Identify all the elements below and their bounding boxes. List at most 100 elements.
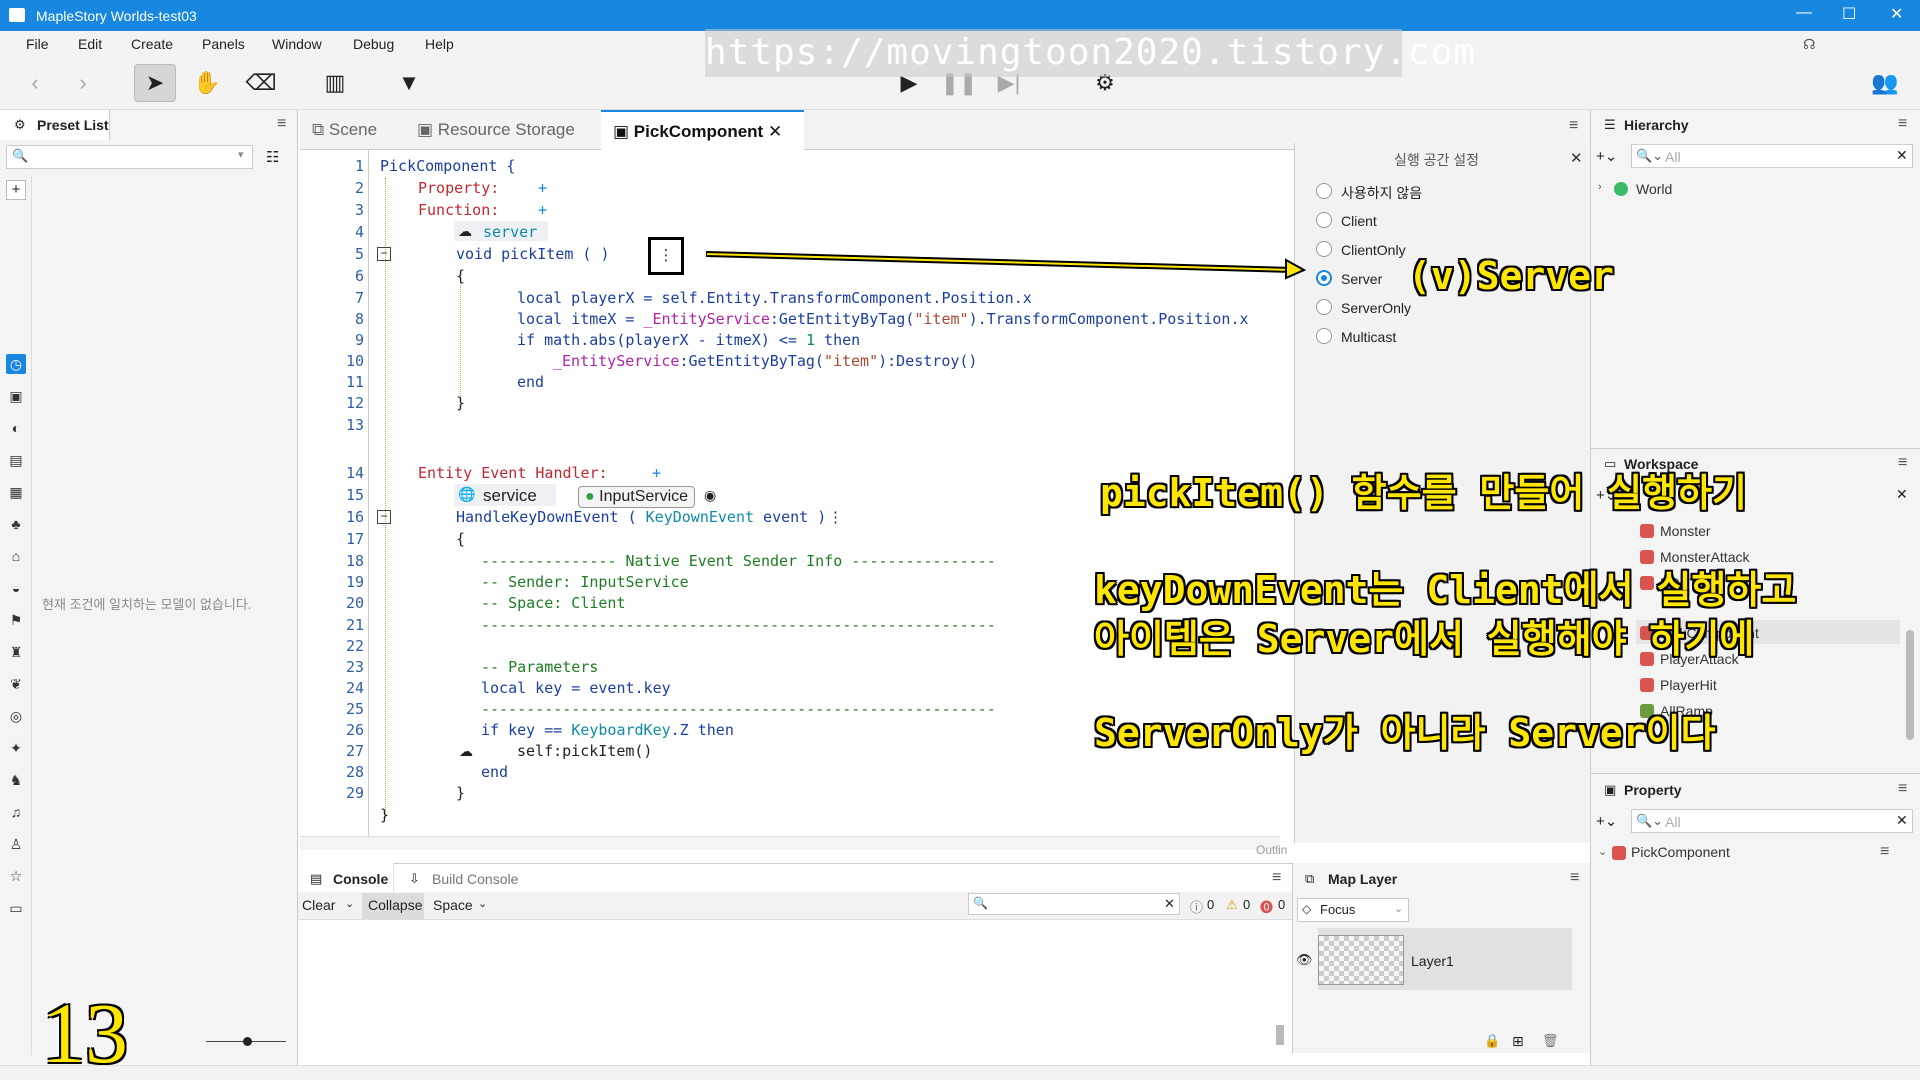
menu-panels[interactable]: Panels: [202, 36, 245, 52]
music-icon[interactable]: ♫: [6, 802, 26, 822]
ui-icon[interactable]: ▭: [6, 898, 26, 918]
star-icon[interactable]: ☆: [6, 866, 26, 886]
recent-icon[interactable]: ◷: [6, 354, 26, 374]
editor-menu-icon[interactable]: ≡: [1569, 117, 1578, 135]
back-icon[interactable]: ‹: [14, 64, 56, 102]
workspace-menu-icon[interactable]: ≡: [1898, 454, 1907, 472]
clear-button[interactable]: Clear: [302, 897, 335, 913]
tower-icon[interactable]: ♜: [6, 642, 26, 662]
menu-create[interactable]: Create: [131, 36, 173, 52]
chevron-down-icon[interactable]: ▾: [238, 148, 244, 161]
add-function-button[interactable]: +: [538, 201, 547, 219]
workspace-item[interactable]: PlayerHit: [1660, 677, 1717, 693]
workspace-item[interactable]: Monster: [1660, 523, 1711, 539]
clear-search-icon[interactable]: ✕: [1896, 486, 1908, 503]
add-handler-button[interactable]: +: [652, 464, 661, 482]
select-tool-icon[interactable]: ➤: [134, 64, 176, 102]
property-menu-icon[interactable]: ≡: [1898, 780, 1907, 798]
trash-icon[interactable]: 🗑: [1542, 1033, 1559, 1049]
collapse-arrow-icon[interactable]: ⌄: [1598, 845, 1607, 858]
tree-icon[interactable]: ♣: [6, 514, 26, 534]
sparkle-icon[interactable]: ✦: [6, 738, 26, 758]
editor-horizontal-scrollbar[interactable]: [300, 836, 1280, 850]
radio-client[interactable]: [1316, 212, 1332, 228]
eraser-tool-icon[interactable]: ⌫: [240, 64, 282, 102]
input-service-pill[interactable]: ● InputService: [578, 486, 696, 508]
pot-icon[interactable]: ◒: [6, 578, 26, 598]
leaf-icon[interactable]: ❦: [6, 674, 26, 694]
add-layer-icon[interactable]: ⊞: [1512, 1033, 1524, 1050]
space-dropdown[interactable]: Space: [433, 897, 473, 913]
chevron-down-icon[interactable]: ⌄: [345, 897, 354, 910]
hierarchy-add-button[interactable]: +⌄: [1596, 147, 1617, 165]
clear-search-icon[interactable]: ✕: [1896, 147, 1908, 164]
menu-file[interactable]: File: [26, 36, 49, 52]
workspace-scrollbar[interactable]: [1906, 630, 1914, 740]
error-icon[interactable]: ⓿: [1260, 897, 1273, 916]
console-menu-icon[interactable]: ≡: [1272, 869, 1281, 887]
flag-icon[interactable]: ⚑: [6, 610, 26, 630]
expand-icon[interactable]: ›: [1598, 181, 1602, 193]
radio-serveronly[interactable]: [1316, 299, 1332, 315]
tab-resource-storage[interactable]: ▣ Resource Storage: [405, 110, 598, 150]
filter-icon[interactable]: ☷: [266, 148, 279, 166]
headset-icon[interactable]: ☊: [1803, 36, 1815, 53]
menu-window[interactable]: Window: [272, 36, 322, 52]
camera-dropdown-icon[interactable]: ▼: [388, 64, 430, 102]
server-tag[interactable]: server: [483, 223, 537, 241]
collapse-icon[interactable]: −: [377, 510, 391, 524]
lock-icon[interactable]: 🔒: [1484, 1033, 1500, 1049]
picture-icon[interactable]: ▤: [6, 450, 26, 470]
image-icon[interactable]: ▣: [6, 386, 26, 406]
grid-icon[interactable]: ▦: [6, 482, 26, 502]
close-window-button[interactable]: ✕: [1890, 4, 1903, 24]
grid-snap-icon[interactable]: ▥: [314, 64, 356, 102]
info-count-icon[interactable]: ⓘ: [1190, 897, 1203, 916]
menu-edit[interactable]: Edit: [78, 36, 102, 52]
collapse-icon[interactable]: −: [377, 247, 391, 261]
users-icon[interactable]: 👥: [1864, 64, 1906, 102]
property-component[interactable]: PickComponent: [1631, 844, 1730, 860]
target-icon[interactable]: ◉: [704, 487, 716, 504]
service-tag[interactable]: service: [483, 486, 537, 506]
menu-help[interactable]: Help: [425, 36, 454, 52]
preset-menu-icon[interactable]: ≡: [277, 115, 286, 133]
clear-search-icon[interactable]: ✕: [1896, 812, 1908, 829]
tab-scene[interactable]: ⧉ Scene: [300, 110, 404, 150]
handler-options-button[interactable]: ⋮: [828, 508, 843, 526]
palette-icon[interactable]: ◐: [6, 418, 26, 438]
add-property-button[interactable]: +: [538, 179, 547, 197]
function-options-button[interactable]: ⋮: [648, 237, 684, 275]
character-icon[interactable]: ♞: [6, 770, 26, 790]
tab-pickcomponent[interactable]: ▣ PickComponent ✕: [601, 110, 804, 150]
radio-server[interactable]: [1316, 270, 1332, 286]
property-item-menu-icon[interactable]: ≡: [1880, 843, 1889, 861]
eye-icon[interactable]: 👁: [1296, 952, 1313, 968]
close-tab-icon[interactable]: ✕: [768, 122, 782, 141]
map-layer-menu-icon[interactable]: ≡: [1570, 869, 1579, 887]
ring-icon[interactable]: ◎: [6, 706, 26, 726]
outline-toggle-label[interactable]: Outlin: [1256, 843, 1287, 857]
person-icon[interactable]: ♙: [6, 834, 26, 854]
hand-tool-icon[interactable]: ✋: [186, 64, 228, 102]
radio-multicast[interactable]: [1316, 328, 1332, 344]
tab-build-console[interactable]: Build Console: [432, 871, 518, 887]
menu-debug[interactable]: Debug: [353, 36, 394, 52]
hierarchy-world[interactable]: World: [1636, 181, 1672, 197]
hierarchy-menu-icon[interactable]: ≡: [1898, 115, 1907, 133]
warning-icon[interactable]: ⚠: [1226, 897, 1238, 913]
minimize-button[interactable]: —: [1796, 4, 1812, 22]
radio-clientonly[interactable]: [1316, 241, 1332, 257]
console-search-input[interactable]: [968, 893, 1180, 915]
chevron-down-icon[interactable]: ⌄: [478, 897, 487, 910]
forward-icon[interactable]: ›: [62, 64, 104, 102]
clear-search-icon[interactable]: ✕: [1164, 896, 1175, 912]
zoom-slider-thumb[interactable]: [243, 1037, 252, 1046]
close-exec-panel-icon[interactable]: ✕: [1570, 149, 1583, 167]
preset-search-input[interactable]: [6, 145, 253, 169]
console-scrollbar[interactable]: [1276, 1025, 1284, 1045]
maximize-button[interactable]: ☐: [1842, 4, 1856, 24]
hat-icon[interactable]: ⌂: [6, 546, 26, 566]
radio-none[interactable]: [1316, 183, 1332, 199]
property-add-button[interactable]: +⌄: [1596, 812, 1617, 830]
